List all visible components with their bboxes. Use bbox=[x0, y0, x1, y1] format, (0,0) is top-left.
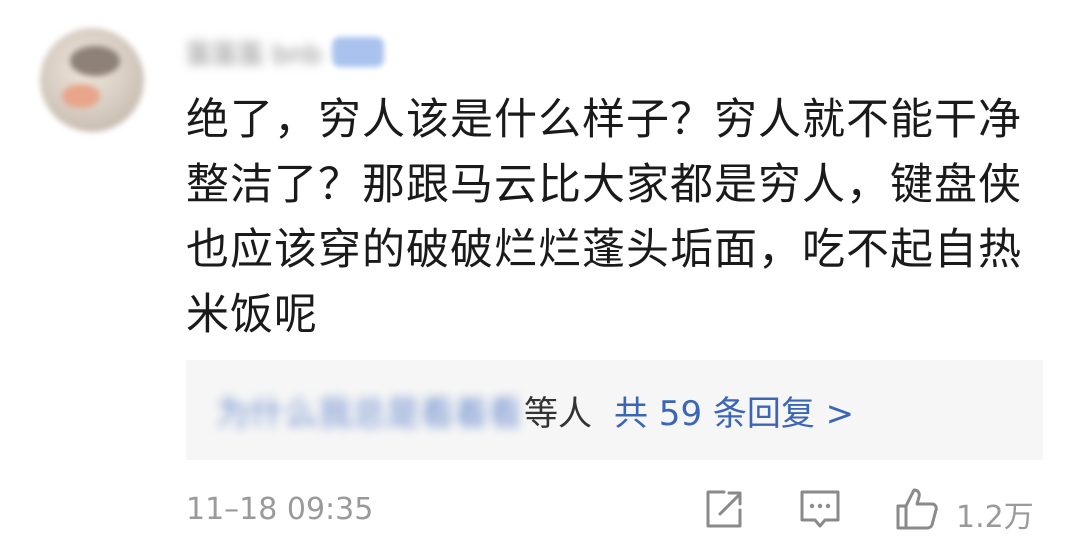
reply-count-link[interactable]: 共 59 条回复 > bbox=[614, 386, 854, 435]
comment-card: 笛笛笛 bnb 绝了，穷人该是什么样子？穷人就不能干净整洁了？那跟马云比大家都是… bbox=[0, 0, 1080, 555]
reply-names: 为什么我总是看着看 bbox=[216, 393, 522, 434]
share-icon[interactable] bbox=[700, 486, 746, 532]
username[interactable]: 笛笛笛 bnb bbox=[186, 34, 322, 71]
timestamp: 11–18 09:35 bbox=[186, 492, 374, 527]
avatar-shape bbox=[70, 46, 120, 76]
like-count: 1.2万 bbox=[956, 500, 1034, 535]
comment-footer: 11–18 09:35 1.2万 bbox=[186, 486, 1046, 536]
username-row[interactable]: 笛笛笛 bnb bbox=[186, 30, 456, 74]
avatar-shape bbox=[62, 84, 100, 108]
comment-text: 绝了，穷人该是什么样子？穷人就不能干净整洁了？那跟马云比大家都是穷人，键盘侠也应… bbox=[186, 95, 1022, 340]
thumbs-up-icon[interactable] bbox=[894, 486, 940, 532]
comment-icon[interactable] bbox=[797, 486, 843, 532]
user-badge bbox=[331, 37, 384, 67]
replies-preview[interactable]: 为什么我总是看着看 等人 共 59 条回复 > bbox=[186, 360, 1043, 460]
avatar[interactable] bbox=[40, 28, 144, 132]
reply-suffix: 等人 bbox=[524, 393, 592, 434]
